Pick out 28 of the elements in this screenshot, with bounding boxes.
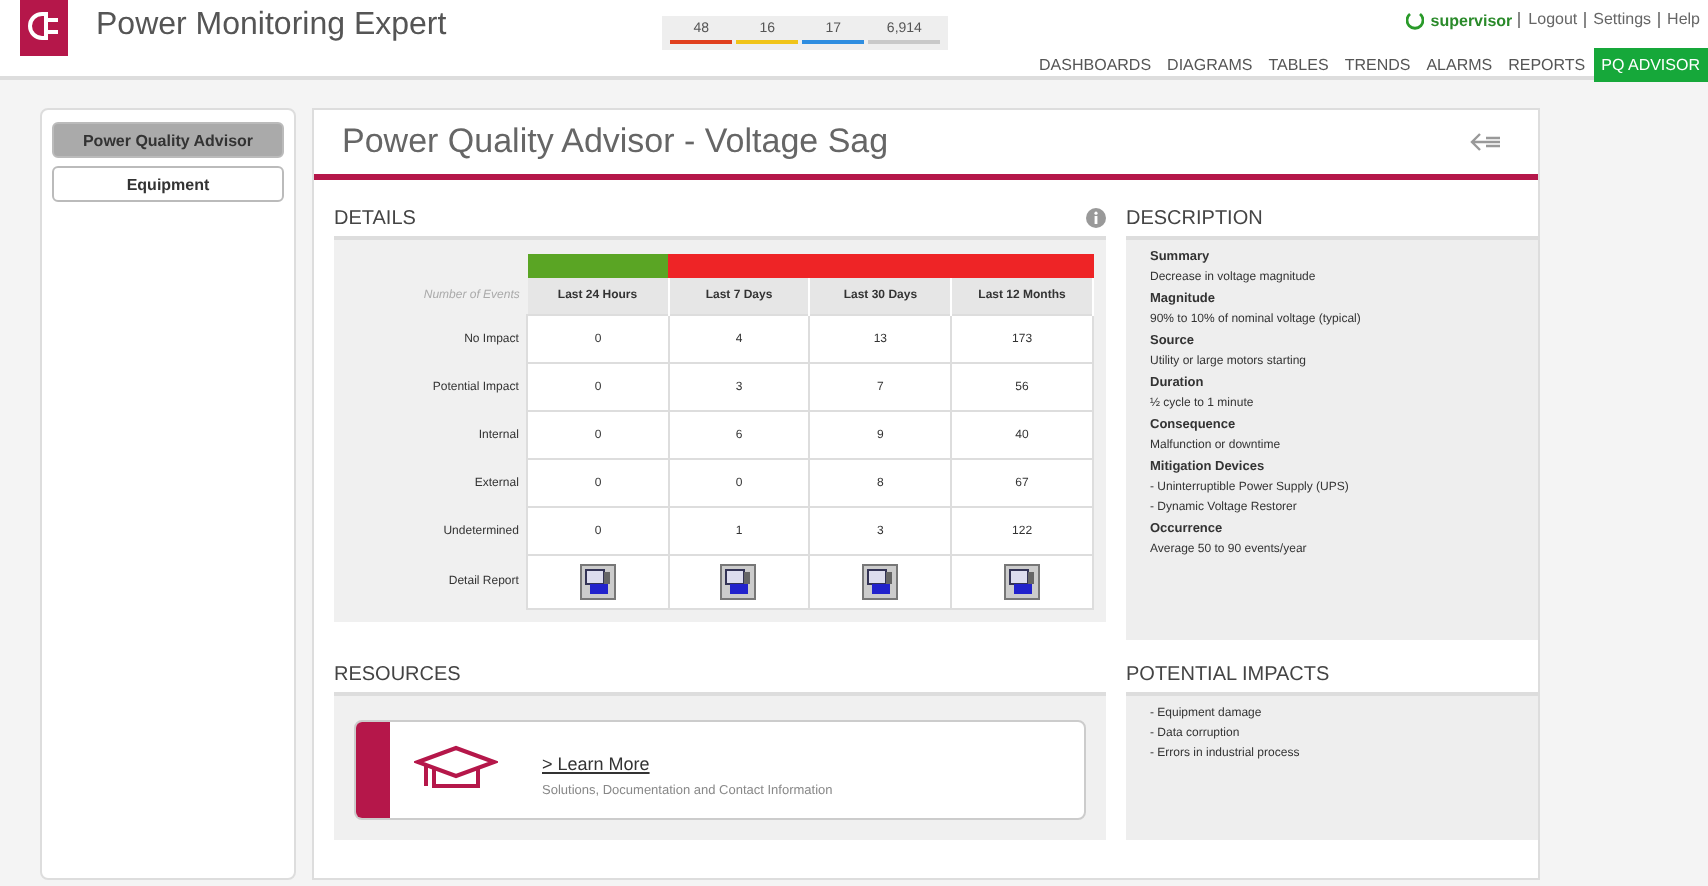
user-name[interactable]: supervisor: [1430, 11, 1513, 29]
section-title: POTENTIAL IMPACTS: [1126, 663, 1330, 685]
page-title: Power Quality Advisor - Voltage Sag: [342, 122, 889, 162]
report-icon[interactable]: [580, 564, 617, 600]
plug-icon: [26, 10, 62, 42]
back-arrow-icon[interactable]: [1470, 132, 1502, 152]
nav-tab[interactable]: DASHBOARDS: [1031, 48, 1160, 82]
section-title: RESOURCES: [334, 663, 461, 685]
card-accent-bar: [356, 722, 390, 818]
header-link[interactable]: Settings: [1583, 12, 1652, 28]
section-title: DETAILS: [334, 207, 416, 229]
header-link[interactable]: Logout: [1518, 12, 1578, 28]
nav-tab[interactable]: TRENDS: [1336, 48, 1419, 82]
report-icon[interactable]: [1004, 564, 1041, 600]
nav-tab[interactable]: ALARMS: [1418, 48, 1501, 82]
user-icon: [1406, 10, 1425, 30]
sidebar-item[interactable]: Equipment: [52, 166, 284, 202]
section-title: DESCRIPTION: [1126, 207, 1263, 229]
learn-more-link[interactable]: > Learn More: [542, 753, 650, 773]
nav-tab[interactable]: TABLES: [1260, 48, 1337, 82]
sidebar-item[interactable]: Power Quality Advisor: [52, 122, 284, 158]
nav-tab[interactable]: REPORTS: [1500, 48, 1594, 82]
report-icon[interactable]: [720, 564, 757, 600]
header-link[interactable]: Help: [1657, 12, 1700, 28]
info-icon[interactable]: [1086, 208, 1106, 228]
app-title: Power Monitoring Expert: [96, 8, 447, 44]
nav-tab[interactable]: DIAGRAMS: [1159, 48, 1261, 82]
report-icon[interactable]: [862, 564, 899, 600]
